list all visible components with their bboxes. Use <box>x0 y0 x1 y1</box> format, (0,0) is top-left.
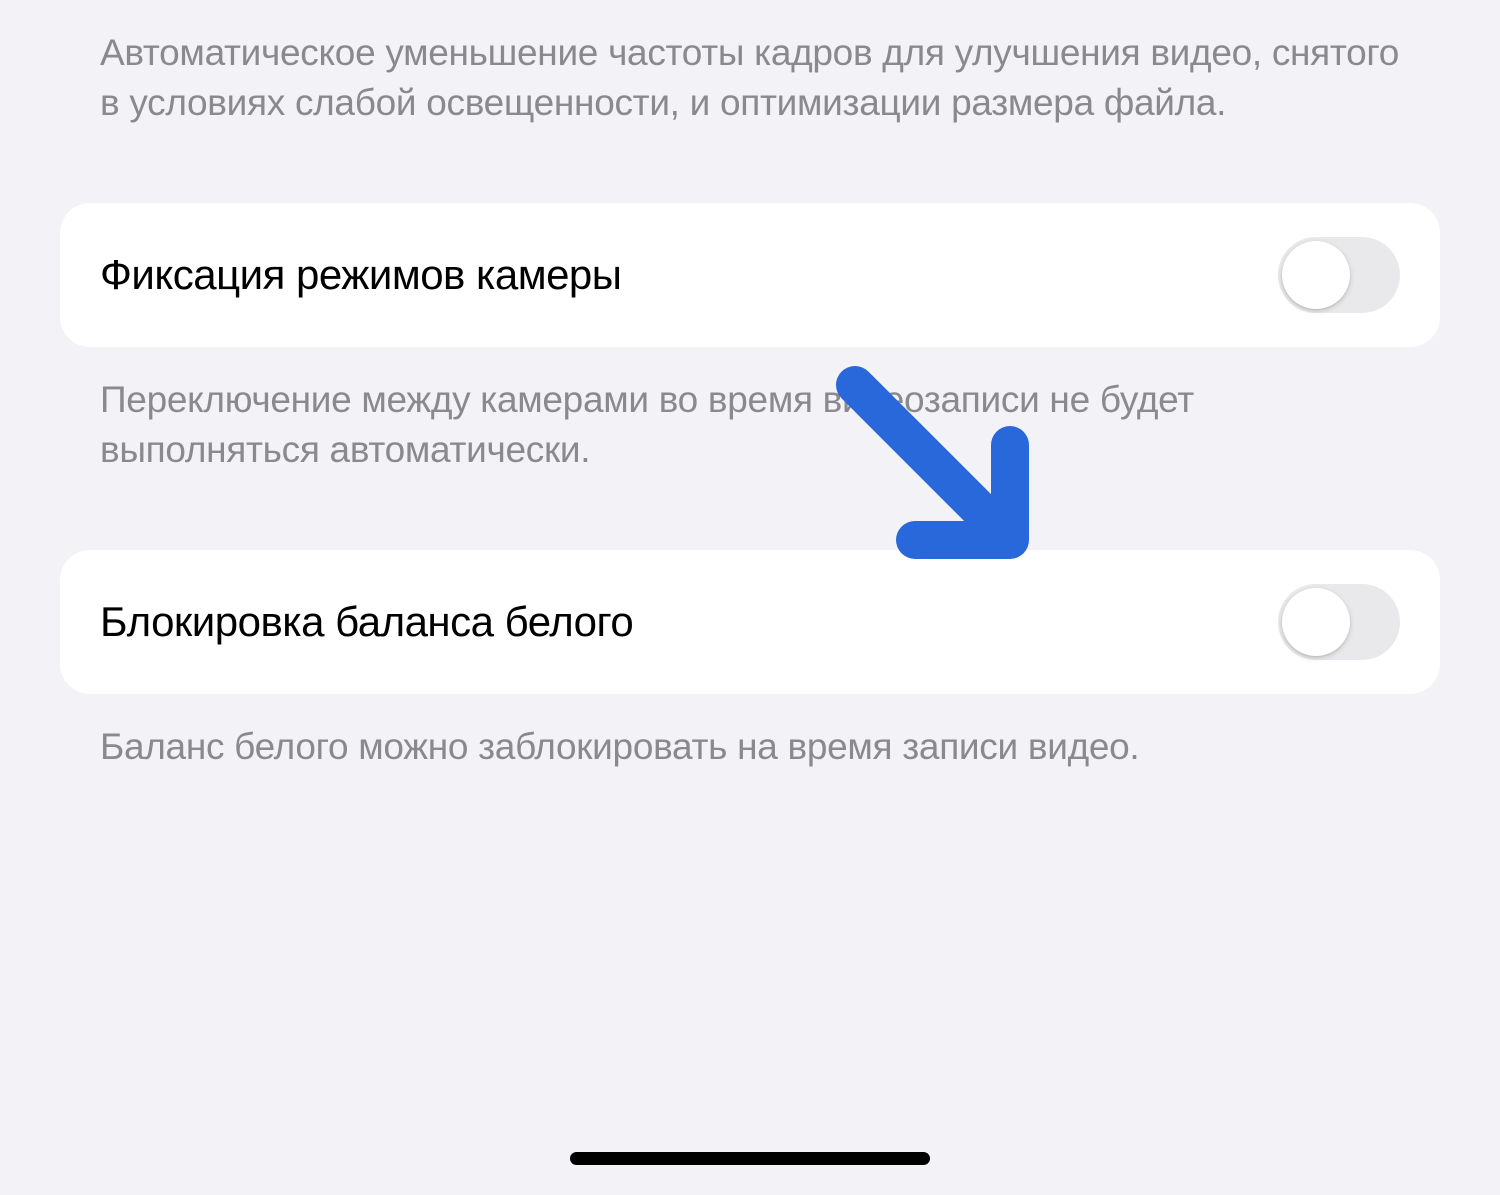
section-footer-2: Переключение между камерами во время вид… <box>60 347 1440 505</box>
section-footer-3: Баланс белого можно заблокировать на вре… <box>60 694 1440 802</box>
toggle-knob <box>1282 588 1350 656</box>
white-balance-lock-row[interactable]: Блокировка баланса белого <box>60 550 1440 694</box>
lock-camera-toggle[interactable] <box>1278 237 1400 313</box>
white-balance-lock-toggle[interactable] <box>1278 584 1400 660</box>
settings-content: Автоматическое уменьшение частоты кадров… <box>0 0 1500 802</box>
section-footer-1: Автоматическое уменьшение частоты кадров… <box>60 0 1440 158</box>
lock-camera-row[interactable]: Фиксация режимов камеры <box>60 203 1440 347</box>
home-indicator[interactable] <box>570 1152 930 1165</box>
white-balance-lock-label: Блокировка баланса белого <box>100 598 633 646</box>
toggle-knob <box>1282 241 1350 309</box>
lock-camera-label: Фиксация режимов камеры <box>100 251 621 299</box>
